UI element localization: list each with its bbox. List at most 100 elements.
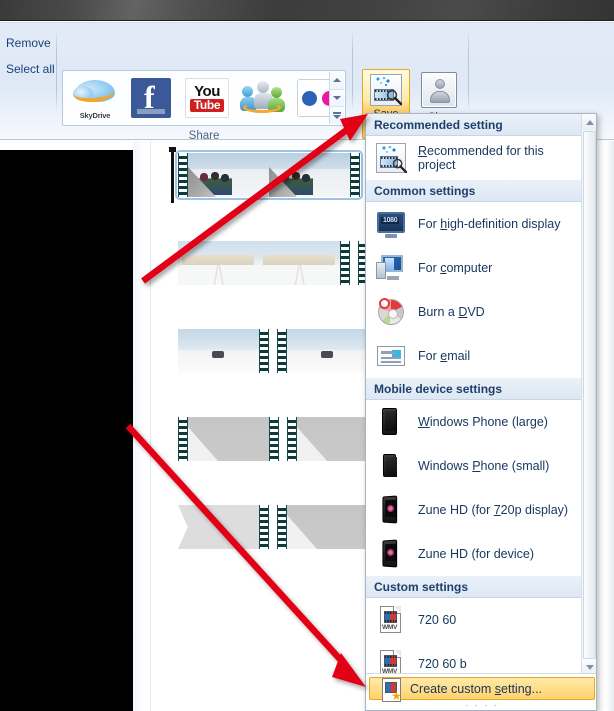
menu-item-label: Burn a DVD [418,305,485,319]
magnifier-wand-icon [386,89,402,105]
film-strip-edge [287,417,297,461]
menu-item-label: Zune HD (for device) [418,547,535,561]
menu-item-720-60-b[interactable]: WMV 720 60 b [366,642,583,675]
storyboard-right-edge [606,141,614,711]
clip-thumbnail [178,241,259,285]
chevron-up-icon [585,119,594,125]
menu-section-header: Mobile device settings [366,378,583,400]
chevron-down-icon [585,664,594,670]
table-row[interactable] [178,505,269,549]
menu-item-label: 720 60 [418,613,457,627]
skydrive-icon: SkyDrive [71,76,119,120]
clip-thumbnail [178,505,259,549]
table-row[interactable] [178,329,269,373]
menu-item-recommended-for-this-project[interactable]: Recommended for this project [366,136,583,180]
windows-phone-large-icon [376,407,406,437]
menu-item-label: Recommended for this project [418,144,544,172]
clip-thumbnail [188,417,269,461]
ribbon-separator-1 [56,30,57,112]
share-item-messenger[interactable] [239,76,287,120]
clip-thumbnail [269,153,350,197]
menu-item-zune-hd-720p[interactable]: Zune HD (for 720p display) [366,488,583,532]
menu-item-label: For computer [418,261,493,275]
wmv-file-icon: WMV [376,605,406,635]
film-strip-edge [259,505,269,549]
menu-footer: ★ Create custom setting... · · · · [366,673,596,710]
chevron-up-icon [333,78,341,83]
table-row[interactable] [169,147,363,203]
menu-item-label: Zune HD (for 720p display) [418,503,569,517]
ribbon-separator-2 [352,30,353,112]
menu-item-label: For email [418,349,471,363]
movie-maker-window: Remove Select all SkyDrive f You Tube Sh… [0,0,614,711]
menu-item-burn-a-dvd[interactable]: Burn a DVD [366,290,583,334]
film-strip-edge [259,329,269,373]
gallery-show-more-button[interactable] [330,107,344,125]
video-preview-panel[interactable] [0,150,133,711]
share-item-facebook[interactable]: f [127,76,175,120]
menu-item-for-computer[interactable]: For computer [366,246,583,290]
film-strip-edge [340,241,350,285]
menu-item-label: Windows Phone (large) [418,415,548,429]
menu-scrollbar[interactable] [581,114,596,675]
wmv-file-icon: WMV [376,649,406,675]
ribbon-left-commands: Remove Select all [0,30,60,82]
playhead-indicator[interactable] [169,147,176,203]
menu-section-header: Custom settings [366,576,583,598]
film-strip-edge [350,153,360,197]
table-row[interactable] [178,417,279,461]
menu-scroll-area: Recommended setting Recommended for this… [366,114,583,675]
menu-item-label: Windows Phone (small) [418,459,550,473]
skydrive-label: SkyDrive [79,111,111,120]
save-movie-icon [370,74,402,106]
gallery-scroll-up-button[interactable] [330,72,344,90]
menu-item-zune-hd-device[interactable]: Zune HD (for device) [366,532,583,576]
share-item-skydrive[interactable]: SkyDrive [71,76,119,120]
save-movie-dropdown-menu[interactable]: Recommended setting Recommended for this… [365,113,597,711]
ribbon-separator-3 [468,30,469,112]
film-strip-edge [269,417,279,461]
youtube-icon: You Tube [185,78,229,118]
ribbon-hairline [0,22,614,23]
youtube-tube-text: Tube [189,98,225,112]
menu-item-windows-phone-large[interactable]: Windows Phone (large) [366,400,583,444]
chevron-down-icon [333,96,341,100]
menu-scroll-up-button[interactable] [582,114,596,130]
film-strip-edge [277,329,287,373]
more-icon [333,112,341,119]
windows-phone-small-icon [376,451,406,481]
share-gallery-scrollbar[interactable] [329,72,344,125]
remove-command[interactable]: Remove [0,30,60,56]
user-icon [421,72,457,108]
menu-item-windows-phone-small[interactable]: Windows Phone (small) [366,444,583,488]
clip-thumbnail [178,329,259,373]
preview-strip-top [0,0,614,21]
table-row[interactable] [178,241,350,285]
clip-thumbnail [188,153,269,197]
email-icon [376,341,406,371]
menu-item-for-email[interactable]: For email [366,334,583,378]
menu-scrollbar-thumb[interactable] [583,131,596,659]
select-all-command[interactable]: Select all [0,56,60,82]
film-strip-edge [178,153,188,197]
share-gallery-items: SkyDrive f You Tube [63,76,343,120]
storyboard-gutter [133,141,151,711]
film-strip-edge [178,417,188,461]
share-gallery[interactable]: SkyDrive f You Tube [62,70,346,126]
menu-item-label: 720 60 b [418,657,467,671]
zune-hd-720p-icon [376,495,406,525]
clip-thumbnail [259,241,340,285]
menu-item-720-60[interactable]: WMV 720 60 [366,598,583,642]
film-strip-edge [277,505,287,549]
menu-item-create-custom-setting[interactable]: ★ Create custom setting... [369,676,595,702]
computer-icon [376,253,406,283]
menu-section-header: Common settings [366,180,583,202]
hd-display-icon: 1080 [376,209,406,239]
share-item-youtube[interactable]: You Tube [183,76,231,120]
messenger-icon [240,78,286,118]
menu-item-for-high-definition-display[interactable]: 1080 For high-definition display [366,202,583,246]
clip-thumbnail [287,329,368,373]
menu-resize-grip[interactable]: · · · · [366,701,596,710]
create-custom-setting-icon: ★ [378,676,402,702]
gallery-scroll-down-button[interactable] [330,89,344,108]
